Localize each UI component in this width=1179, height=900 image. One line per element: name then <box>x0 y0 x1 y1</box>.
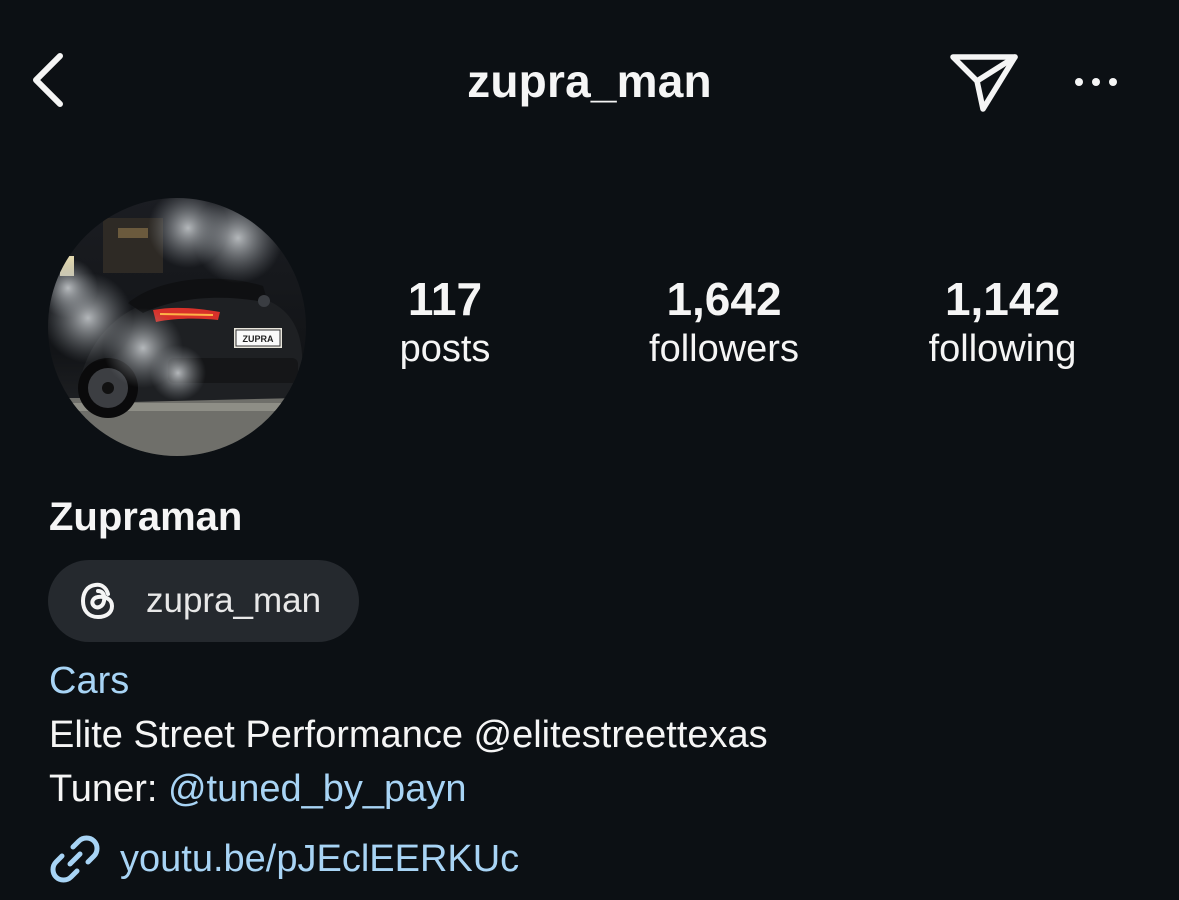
bio-tuner-label: Tuner: <box>49 768 168 810</box>
threads-handle: zupra_man <box>146 581 322 620</box>
back-button[interactable] <box>20 48 76 112</box>
external-link-text: youtu.be/pJEclEERKUc <box>120 838 520 880</box>
send-message-button[interactable] <box>944 46 1024 118</box>
followers-label: followers <box>649 328 799 370</box>
posts-label: posts <box>399 328 491 370</box>
stat-posts[interactable]: 117 posts <box>370 272 520 372</box>
more-horizontal-icon <box>1075 78 1117 86</box>
profile-avatar[interactable]: ZUPRA <box>48 198 306 456</box>
threads-profile-chip[interactable]: zupra_man <box>48 560 359 642</box>
bio-line-2: Tuner: @tuned_by_payn <box>49 766 466 812</box>
profile-page: zupra_man ZUPRA 117 posts 1,642 follower… <box>0 0 1179 900</box>
avatar-photo: ZUPRA <box>48 198 306 456</box>
stat-following[interactable]: 1,142 following <box>900 272 1105 372</box>
threads-icon <box>78 580 120 622</box>
tuner-mention-link[interactable]: @tuned_by_payn <box>168 768 466 810</box>
followers-count: 1,642 <box>666 273 782 325</box>
stat-followers[interactable]: 1,642 followers <box>624 272 824 372</box>
link-icon <box>48 832 102 886</box>
display-name: Zupraman <box>49 495 243 539</box>
following-label: following <box>928 328 1077 370</box>
profile-category[interactable]: Cars <box>49 658 129 704</box>
posts-count: 117 <box>407 273 483 325</box>
more-options-button[interactable] <box>1056 52 1136 112</box>
chevron-left-icon <box>33 53 63 107</box>
following-count: 1,142 <box>944 273 1061 325</box>
svg-text:ZUPRA: ZUPRA <box>243 334 274 344</box>
external-link[interactable]: youtu.be/pJEclEERKUc <box>48 832 519 886</box>
bio-line-1: Elite Street Performance @elitestreettex… <box>49 714 768 756</box>
paper-plane-icon <box>950 54 1018 112</box>
